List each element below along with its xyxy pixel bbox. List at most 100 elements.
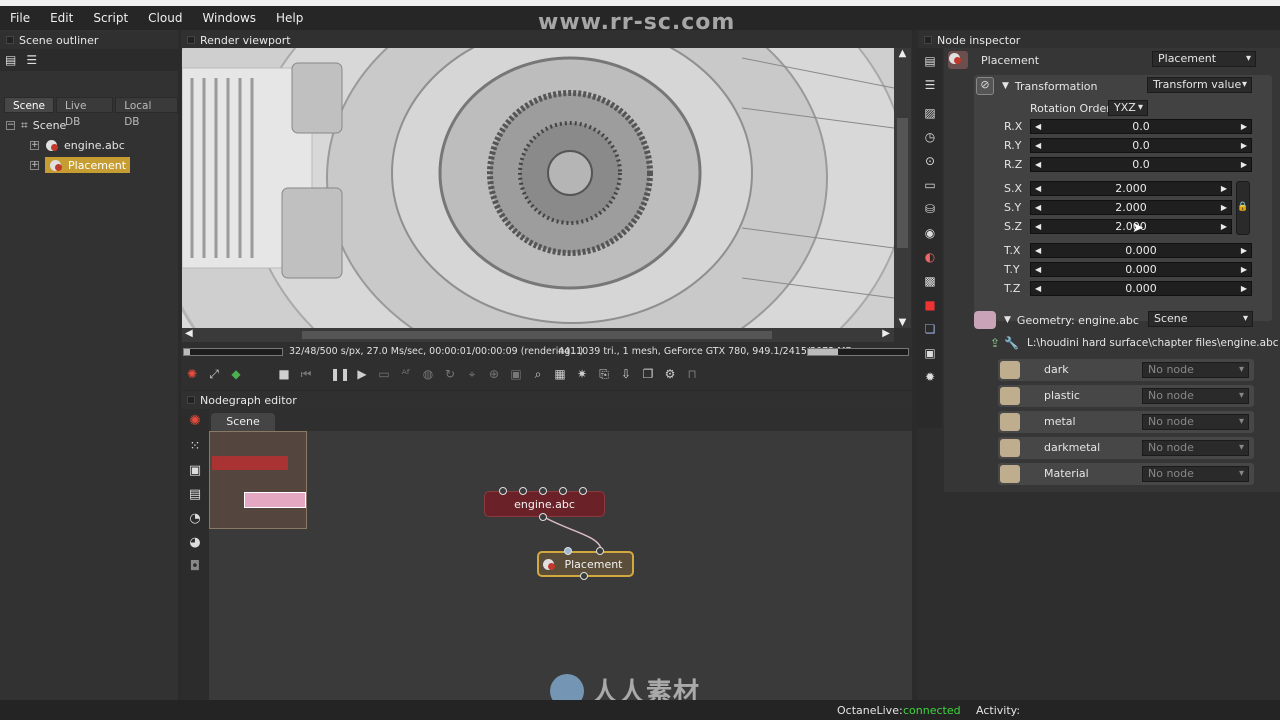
- speed-icon[interactable]: ✷: [573, 365, 591, 383]
- decrement-icon[interactable]: ◀: [1035, 282, 1041, 295]
- camera-icon[interactable]: ⊙: [918, 154, 942, 168]
- scroll-up-icon[interactable]: ▲: [894, 48, 911, 59]
- collapse-icon[interactable]: −: [6, 120, 15, 130]
- node-type-dropdown[interactable]: Placement: [1152, 51, 1256, 67]
- menu-script[interactable]: Script: [83, 11, 138, 25]
- stack-icon[interactable]: ❏: [918, 322, 942, 336]
- menu-edit[interactable]: Edit: [40, 11, 83, 25]
- collapse-all-icon[interactable]: ☰: [918, 78, 942, 92]
- increment-icon[interactable]: ▶: [1221, 220, 1227, 233]
- scroll-left-icon[interactable]: ◀: [185, 328, 193, 339]
- geometry-header[interactable]: ▼ Geometry: engine.abc: [974, 310, 1139, 330]
- node-input-pin[interactable]: [579, 487, 587, 495]
- expand-all-icon[interactable]: ▤: [5, 53, 16, 67]
- pick-focus-icon[interactable]: ⊕: [485, 365, 503, 383]
- tx-slider[interactable]: ◀ 0.000 ▶: [1030, 243, 1252, 258]
- material-picker-icon[interactable]: ◍: [419, 365, 437, 383]
- restart-icon[interactable]: ⏮: [297, 365, 315, 383]
- picture-icon[interactable]: ▣: [918, 346, 942, 360]
- scroll-down-icon[interactable]: ▼: [894, 317, 911, 328]
- expand-icon[interactable]: +: [30, 160, 39, 170]
- scroll-thumb[interactable]: [897, 118, 908, 248]
- transformation-mode-dropdown[interactable]: Transform value: [1147, 77, 1252, 93]
- collapse-arrow-icon[interactable]: ▼: [1002, 81, 1009, 91]
- increment-icon[interactable]: ▶: [1221, 182, 1227, 195]
- increment-icon[interactable]: ▶: [1241, 244, 1247, 257]
- image-icon[interactable]: ▨: [918, 106, 942, 120]
- rx-slider[interactable]: ◀ 0.0 ▶: [1030, 119, 1252, 134]
- geometry-mode-dropdown[interactable]: Scene: [1148, 311, 1253, 327]
- expand-icon[interactable]: +: [30, 140, 39, 150]
- panel-grip-icon[interactable]: [187, 396, 195, 404]
- panel-grip-icon[interactable]: [6, 36, 14, 44]
- menu-file[interactable]: File: [0, 11, 40, 25]
- sy-slider[interactable]: ◀ 2.000 ▶: [1030, 200, 1232, 215]
- node-output-pin[interactable]: [539, 513, 547, 521]
- geometry-icon[interactable]: ◔: [181, 511, 209, 526]
- scroll-thumb[interactable]: [302, 331, 772, 339]
- increment-icon[interactable]: ▶: [1241, 263, 1247, 276]
- texture-icon[interactable]: ◘: [181, 559, 209, 574]
- environment-icon[interactable]: ◉: [918, 226, 942, 240]
- increment-icon[interactable]: ▶: [1221, 201, 1227, 214]
- node-input-pin[interactable]: [539, 487, 547, 495]
- viewport-vertical-scrollbar[interactable]: ▲ ▼: [894, 48, 911, 328]
- increment-icon[interactable]: ▶: [1241, 282, 1247, 295]
- collapse-all-icon[interactable]: ☰: [26, 53, 37, 67]
- af-icon[interactable]: ᴬᶠ: [397, 365, 415, 383]
- node-input-pin[interactable]: [499, 487, 507, 495]
- decrement-icon[interactable]: ◀: [1035, 158, 1041, 171]
- clock-icon[interactable]: ◷: [918, 130, 942, 144]
- fit-icon[interactable]: ▣: [181, 463, 209, 478]
- material-swatch[interactable]: [1000, 413, 1020, 431]
- lock-icon[interactable]: 🔒: [1236, 181, 1250, 235]
- tree-item-placement[interactable]: + Placement: [6, 155, 178, 175]
- viewport-horizontal-scrollbar[interactable]: ◀ ▶: [182, 328, 894, 342]
- screen-icon[interactable]: ▭: [375, 365, 393, 383]
- decrement-icon[interactable]: ◀: [1035, 182, 1041, 195]
- display-icon[interactable]: ▭: [918, 178, 942, 192]
- nodegraph-canvas[interactable]: engine.abc Placement: [209, 431, 912, 700]
- panel-grip-icon[interactable]: [187, 36, 195, 44]
- panel-grip-icon[interactable]: [924, 36, 932, 44]
- sun-icon[interactable]: ✹: [918, 370, 942, 384]
- fit-view-icon[interactable]: ⤢: [205, 365, 223, 383]
- ry-slider[interactable]: ◀ 0.0 ▶: [1030, 138, 1252, 153]
- material-swatch[interactable]: [1000, 361, 1020, 379]
- pause-icon[interactable]: ❚❚: [330, 365, 350, 383]
- stop-icon[interactable]: ■: [275, 365, 293, 383]
- wrench-icon[interactable]: 🔧: [1004, 336, 1019, 350]
- object-icon[interactable]: ◐: [918, 250, 942, 264]
- database-icon[interactable]: ⛁: [918, 202, 942, 216]
- decrement-icon[interactable]: ◀: [1035, 244, 1041, 257]
- decrement-icon[interactable]: ◀: [1035, 139, 1041, 152]
- pin-dropdown[interactable]: No node: [1142, 414, 1249, 430]
- copy-icon[interactable]: ⎘: [595, 365, 613, 383]
- collapse-arrow-icon[interactable]: ▼: [1004, 315, 1011, 325]
- reset-icon[interactable]: ✺: [181, 413, 209, 429]
- decrement-icon[interactable]: ◀: [1035, 201, 1041, 214]
- object-picker-icon[interactable]: ◆: [227, 365, 245, 383]
- sx-slider[interactable]: ◀ 2.000 ▶: [1030, 181, 1232, 196]
- scroll-right-icon[interactable]: ▶: [882, 328, 890, 339]
- layers-icon[interactable]: ❐: [639, 365, 657, 383]
- tab-live-db[interactable]: Live DB: [56, 97, 114, 128]
- tab-local-db[interactable]: Local DB: [115, 97, 178, 128]
- rz-slider[interactable]: ◀ 0.0 ▶: [1030, 157, 1252, 172]
- tree-item-scene[interactable]: − ⌗ Scene: [6, 115, 178, 135]
- pin-dropdown[interactable]: No node: [1142, 388, 1249, 404]
- expand-all-icon[interactable]: ▤: [918, 54, 942, 68]
- tab-scene-graph[interactable]: Scene: [211, 413, 275, 431]
- render-image[interactable]: [182, 48, 894, 328]
- lock-icon[interactable]: ⊓: [683, 365, 701, 383]
- node-input-pin[interactable]: [559, 487, 567, 495]
- rotation-order-dropdown[interactable]: YXZ: [1108, 100, 1148, 116]
- material-icon[interactable]: ◕: [181, 535, 209, 550]
- settings-icon[interactable]: ⚙: [661, 365, 679, 383]
- material-swatch[interactable]: [1000, 465, 1020, 483]
- transformation-header[interactable]: ⊘ ▼ Transformation: [976, 76, 1097, 96]
- node-input-pin[interactable]: [596, 547, 604, 555]
- sz-slider[interactable]: ◀ 2.000 ▶: [1030, 219, 1232, 234]
- menu-windows[interactable]: Windows: [192, 11, 266, 25]
- tab-scene[interactable]: Scene: [4, 97, 55, 113]
